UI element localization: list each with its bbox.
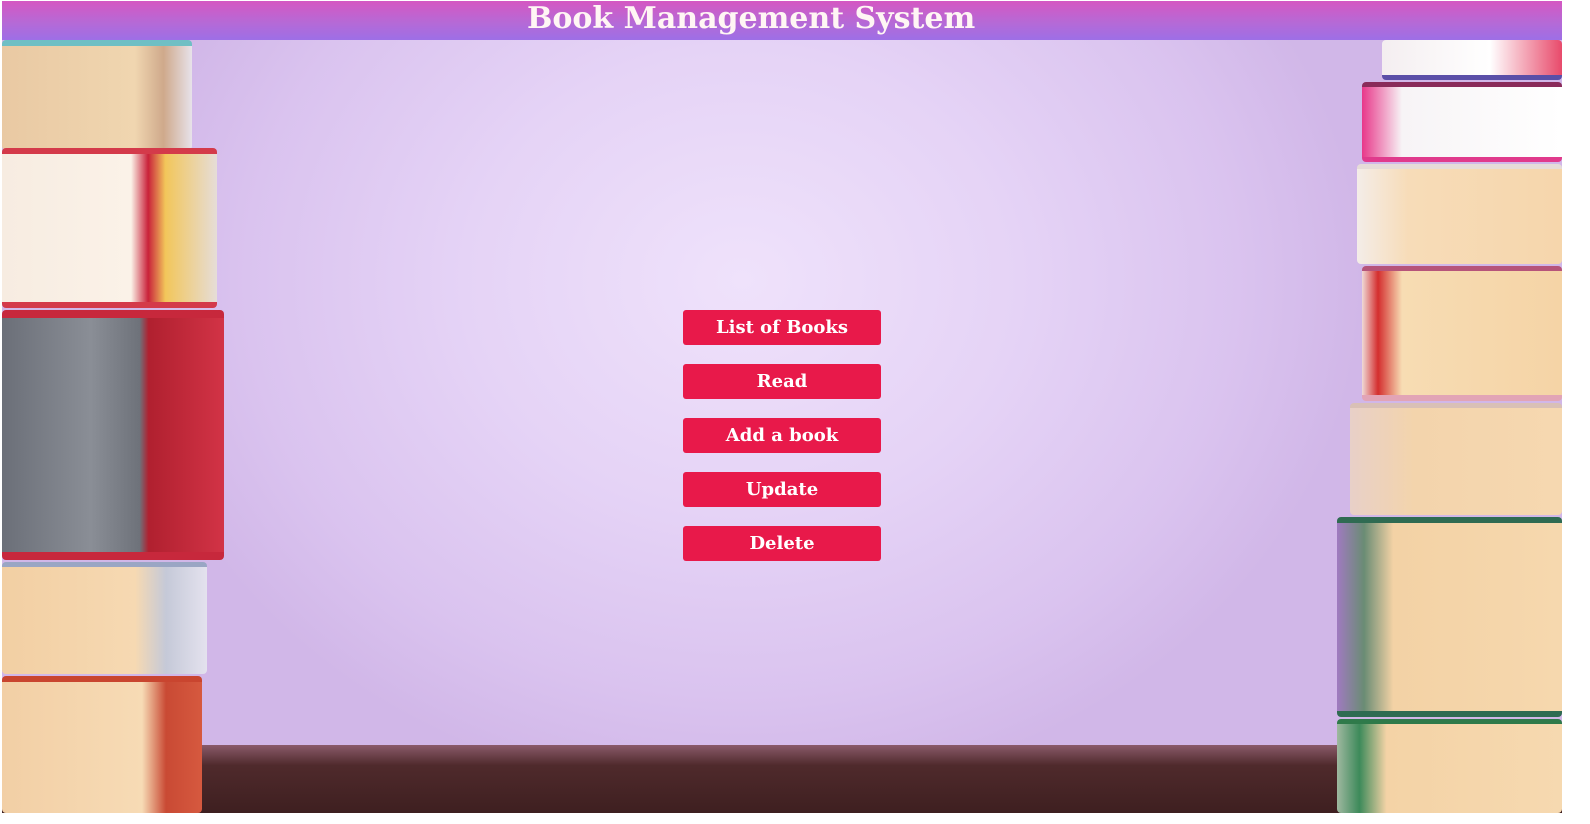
main-menu: List of Books Read Add a book Update Del… — [683, 310, 881, 580]
table-surface — [2, 745, 1562, 813]
app-window: Book Management System List of Books Rea… — [2, 1, 1562, 813]
read-button[interactable]: Read — [683, 364, 881, 399]
update-button[interactable]: Update — [683, 472, 881, 507]
scrollbar-area — [1562, 0, 1590, 824]
list-books-button[interactable]: List of Books — [683, 310, 881, 345]
add-book-button[interactable]: Add a book — [683, 418, 881, 453]
left-book-stack — [2, 40, 232, 813]
header-bar: Book Management System — [2, 1, 1562, 40]
delete-button[interactable]: Delete — [683, 526, 881, 561]
page-title: Book Management System — [527, 1, 976, 36]
right-book-stack — [1332, 40, 1562, 813]
